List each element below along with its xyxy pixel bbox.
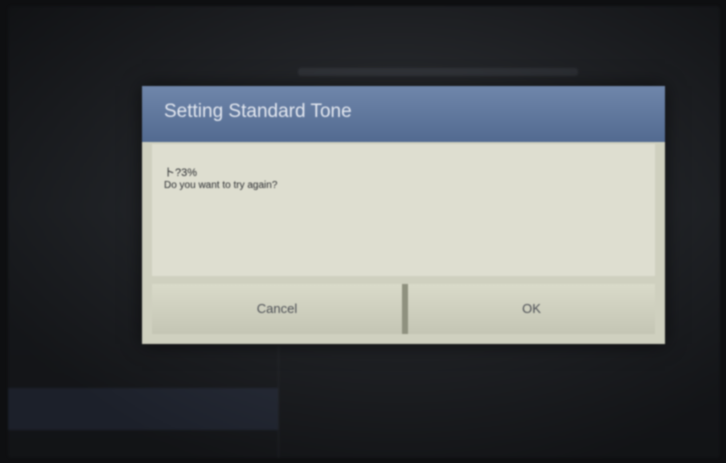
setting-standard-tone-dialog: Setting Standard Tone ト?3% Do you want t… <box>142 86 665 344</box>
dialog-title: Setting Standard Tone <box>164 101 352 122</box>
background-divider <box>278 346 279 458</box>
dialog-button-row: Cancel OK <box>152 284 655 334</box>
dialog-header: Setting Standard Tone <box>142 86 665 142</box>
dialog-message-code: ト?3% <box>164 167 198 179</box>
ok-button[interactable]: OK <box>408 284 655 334</box>
background-header-bar <box>298 68 578 76</box>
cancel-button[interactable]: Cancel <box>152 284 402 334</box>
background-menu-item-selected[interactable] <box>8 388 278 430</box>
dialog-message-area: ト?3% Do you want to try again? <box>152 144 655 276</box>
photo-frame: Setting Standard Tone ト?3% Do you want t… <box>0 0 726 463</box>
dialog-message: Do you want to try again? <box>164 180 278 191</box>
background-menu-item[interactable] <box>8 346 278 388</box>
background-menu-item[interactable] <box>8 430 278 458</box>
